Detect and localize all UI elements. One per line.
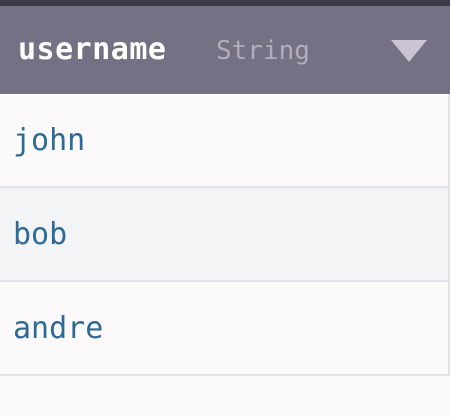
column-header[interactable]: username String (0, 6, 450, 94)
column-name: username (18, 32, 167, 67)
table-cell-username[interactable]: bob (13, 217, 67, 253)
column-type: String (216, 36, 310, 66)
table-row[interactable]: john (0, 94, 450, 188)
table-cell-username[interactable]: john (13, 123, 85, 159)
table-cell-username[interactable]: andre (13, 311, 103, 347)
table-body: john bob andre (0, 94, 450, 376)
table-row[interactable]: bob (0, 188, 450, 282)
triangle-down-icon[interactable] (391, 40, 427, 62)
table-row[interactable]: andre (0, 282, 450, 376)
